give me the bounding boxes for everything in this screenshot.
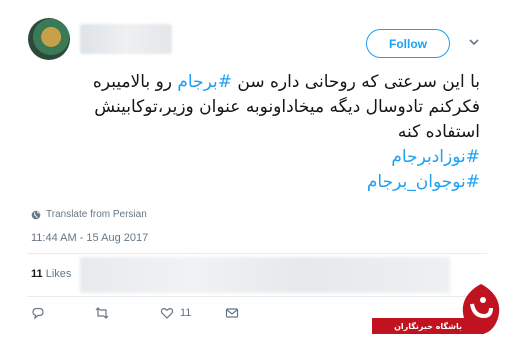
tweet-line-3: استفاده کنه (397, 122, 480, 142)
translate-link[interactable]: Translate from Persian (31, 209, 147, 220)
tweet-text-segment: رو بالامیبره (92, 72, 178, 92)
dm-button[interactable] (225, 305, 239, 321)
like-button[interactable]: 11 (160, 305, 191, 321)
hashtag-link[interactable]: #نوجوان_برجام (10, 170, 480, 195)
divider (27, 253, 487, 254)
hashtag-link[interactable]: #برجام (177, 72, 232, 92)
likes-number: 11 (31, 268, 43, 280)
tweet-text: با این سرعتی که روحانی داره سن #برجام رو… (10, 70, 480, 195)
globe-icon (31, 210, 41, 219)
chevron-down-icon[interactable] (468, 36, 480, 48)
reply-icon (32, 307, 44, 320)
retweet-icon (95, 307, 109, 319)
blurred-username (80, 24, 172, 54)
avatar[interactable] (28, 18, 70, 60)
watermark-text: باشگاه خبرنگاران (372, 318, 484, 334)
tweet-line-2: فکرکنم تادوسال دیگه میخاداونوبه عنوان وز… (94, 97, 480, 117)
reply-button[interactable] (31, 305, 45, 321)
tweet-line-1: با این سرعتی که روحانی داره سن #برجام رو… (10, 70, 480, 95)
heart-icon (160, 308, 174, 319)
timestamp[interactable]: 11:44 AM - 15 Aug 2017 (31, 232, 148, 244)
follow-button[interactable]: Follow (366, 29, 450, 58)
hashtag-link[interactable]: #نوزادبرجام (10, 145, 480, 170)
watermark: باشگاه خبرنگاران (372, 282, 506, 338)
like-count: 11 (180, 307, 192, 319)
tweet-text-segment: با این سرعتی که روحانی داره سن (231, 72, 480, 92)
retweet-button[interactable] (95, 305, 109, 321)
likes-count[interactable]: 11 Likes (31, 268, 71, 280)
likes-label: Likes (45, 268, 72, 280)
translate-label[interactable]: Translate from Persian (46, 209, 147, 220)
envelope-icon (225, 308, 239, 318)
